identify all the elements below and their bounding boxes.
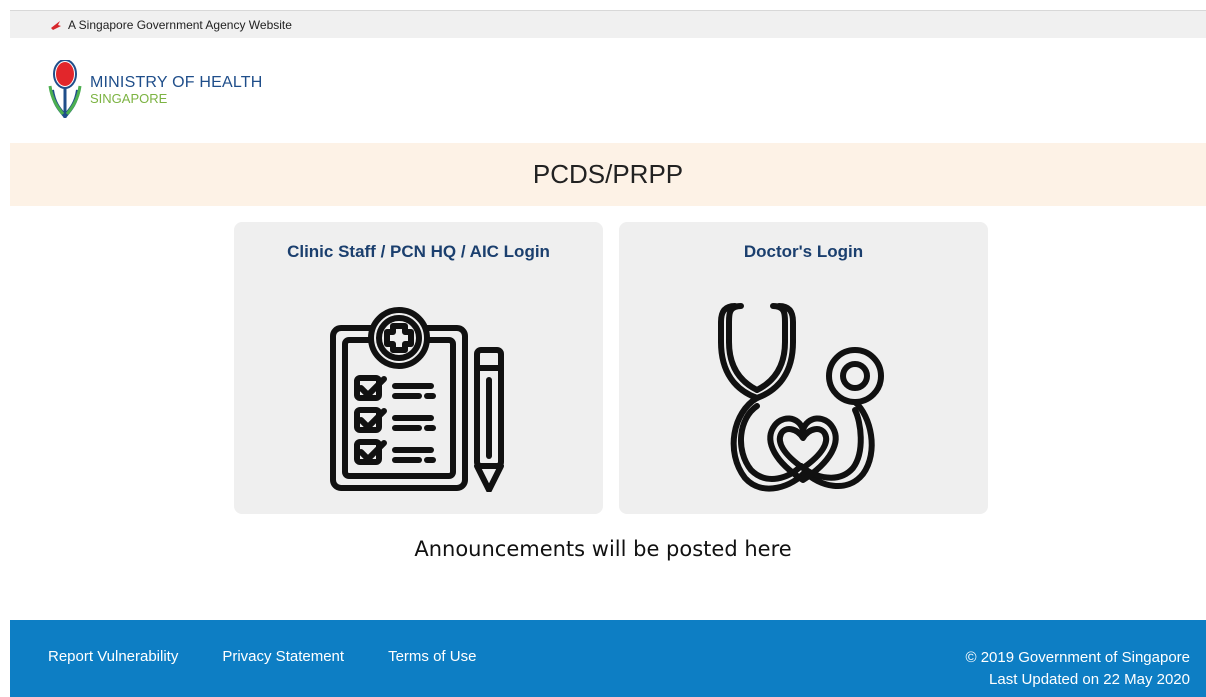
last-updated-text: Last Updated on 22 May 2020	[989, 671, 1190, 688]
footer-info: © 2019 Government of Singapore Last Upda…	[965, 647, 1190, 691]
moh-logo[interactable]: MINISTRY OF HEALTH SINGAPORE	[48, 60, 263, 120]
clinic-staff-login-card[interactable]: Clinic Staff / PCN HQ / AIC Login	[234, 222, 603, 514]
terms-of-use-link[interactable]: Terms of Use	[388, 648, 476, 665]
stethoscope-heart-icon	[718, 303, 884, 492]
footer: Report Vulnerability Privacy Statement T…	[10, 620, 1206, 697]
page-title-banner: PCDS/PRPP	[10, 143, 1206, 206]
gov-masthead: A Singapore Government Agency Website	[10, 10, 1206, 38]
footer-links: Report Vulnerability Privacy Statement T…	[48, 648, 520, 665]
copyright-text: © 2019 Government of Singapore	[965, 649, 1190, 666]
page-title: PCDS/PRPP	[532, 159, 684, 189]
doctors-login-title: Doctor's Login	[743, 242, 864, 261]
clinic-staff-login-title: Clinic Staff / PCN HQ / AIC Login	[287, 242, 550, 261]
moh-emblem-icon	[48, 60, 82, 118]
masthead-text: A Singapore Government Agency Website	[68, 17, 292, 32]
announcement-text: Announcements will be posted here	[414, 537, 792, 561]
report-vulnerability-link[interactable]: Report Vulnerability	[48, 648, 178, 665]
privacy-statement-link[interactable]: Privacy Statement	[222, 648, 344, 665]
doctors-login-card[interactable]: Doctor's Login	[619, 222, 988, 514]
logo-singapore-text: SINGAPORE	[90, 90, 168, 106]
logo-ministry-text: MINISTRY OF HEALTH	[90, 73, 263, 91]
clipboard-checklist-icon	[330, 307, 504, 492]
lion-head-icon	[51, 20, 61, 30]
